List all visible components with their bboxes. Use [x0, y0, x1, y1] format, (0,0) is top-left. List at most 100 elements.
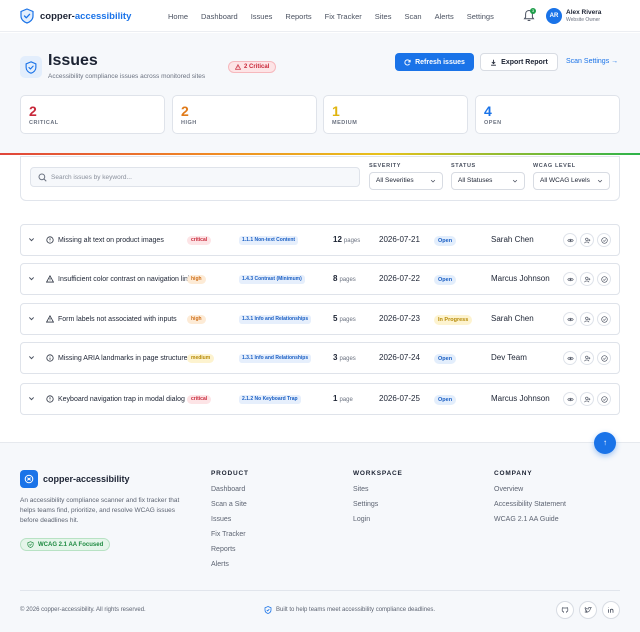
detected-date: 2026-07-22	[379, 274, 420, 283]
scroll-to-top-button[interactable]: ↑	[594, 432, 616, 454]
brand-logo-link[interactable]: copper-accessibility	[20, 8, 131, 24]
scan-settings-link[interactable]: Scan Settings →	[566, 58, 618, 65]
stat-card-medium: 1 MEDIUM	[323, 95, 468, 134]
stat-value: 2	[29, 103, 37, 119]
chevron-down-icon[interactable]	[28, 236, 35, 243]
table-row[interactable]: Keyboard navigation trap in modal dialog…	[20, 383, 620, 415]
assign-user-button[interactable]	[580, 233, 594, 247]
user-role: Website Owner	[566, 17, 601, 23]
footer-link-overview[interactable]: Overview	[494, 486, 523, 493]
affected-pages: 5 pages	[333, 314, 356, 323]
export-report-label: Export Report	[501, 58, 548, 66]
avatar[interactable]: AR	[546, 8, 562, 24]
chevron-down-icon[interactable]	[28, 354, 35, 361]
chevron-down-icon[interactable]	[28, 395, 35, 402]
footer-link-alerts[interactable]: Alerts	[211, 561, 229, 568]
affected-pages: 8 pages	[333, 274, 356, 283]
nav-alerts[interactable]: Alerts	[435, 12, 454, 21]
mark-resolved-button[interactable]	[597, 233, 611, 247]
footer-tagline: Built to help teams meet accessibility c…	[264, 606, 435, 614]
eye-icon	[566, 317, 574, 321]
view-issue-button[interactable]	[563, 312, 577, 326]
affected-pages: 3 pages	[333, 353, 356, 362]
stat-value: 1	[332, 103, 340, 119]
nav-sites[interactable]: Sites	[375, 12, 392, 21]
issue-title[interactable]: Missing alt text on product images	[58, 225, 198, 255]
chevron-down-icon[interactable]	[28, 275, 35, 282]
footer-link-accessibility-statement[interactable]: Accessibility Statement	[494, 501, 566, 508]
footer-brand-name: copper-accessibility	[43, 474, 130, 484]
view-issue-button[interactable]	[563, 392, 577, 406]
footer-link-reports[interactable]: Reports	[211, 546, 236, 553]
footer-link-login[interactable]: Login	[353, 516, 370, 523]
nav-reports[interactable]: Reports	[285, 12, 311, 21]
mark-resolved-button[interactable]	[597, 312, 611, 326]
view-issue-button[interactable]	[563, 272, 577, 286]
view-issue-button[interactable]	[563, 233, 577, 247]
warning-triangle-icon	[46, 315, 54, 323]
footer-link-dashboard[interactable]: Dashboard	[211, 486, 245, 493]
footer-link-wcag-guide[interactable]: WCAG 2.1 AA Guide	[494, 516, 559, 523]
affected-pages-unit: pages	[343, 238, 361, 244]
wcag-criterion-tag: 1.1.1 Non-text Content	[239, 236, 299, 245]
affected-pages-count: 1	[333, 394, 338, 403]
assign-user-button[interactable]	[580, 392, 594, 406]
wcag-level-select[interactable]: All WCAG Levels	[533, 172, 610, 190]
affected-pages-unit: pages	[339, 356, 356, 362]
table-row[interactable]: Missing ARIA landmarks in page structure…	[20, 342, 620, 374]
table-row[interactable]: Form labels not associated with inputs h…	[20, 303, 620, 335]
issue-title[interactable]: Insufficient color contrast on navigatio…	[58, 264, 198, 294]
check-shield-icon	[27, 541, 34, 548]
status-select[interactable]: All Statuses	[451, 172, 525, 190]
footer-link-sites[interactable]: Sites	[353, 486, 369, 493]
chevron-down-icon[interactable]	[28, 315, 35, 322]
issue-title[interactable]: Missing ARIA landmarks in page structure	[58, 343, 198, 373]
status-badge: Open	[434, 354, 457, 364]
stat-value: 4	[484, 103, 492, 119]
mark-resolved-button[interactable]	[597, 392, 611, 406]
search-input[interactable]	[51, 171, 351, 184]
nav-home[interactable]: Home	[168, 12, 188, 21]
refresh-icon	[404, 58, 411, 65]
detected-date: 2026-07-24	[379, 353, 420, 362]
brand-name: copper-accessibility	[40, 11, 131, 22]
footer-tagline-text: Built to help teams meet accessibility c…	[276, 607, 436, 613]
assign-user-button[interactable]	[580, 272, 594, 286]
status-badge: Open	[434, 395, 457, 405]
critical-count-label: 2 Critical	[244, 64, 270, 70]
stat-label: OPEN	[484, 120, 502, 126]
assign-user-button[interactable]	[580, 312, 594, 326]
nav-scan[interactable]: Scan	[404, 12, 421, 21]
refresh-issues-button[interactable]: Refresh issues	[395, 53, 474, 71]
nav-fix-tracker[interactable]: Fix Tracker	[325, 12, 362, 21]
mark-resolved-button[interactable]	[597, 272, 611, 286]
nav-dashboard[interactable]: Dashboard	[201, 12, 238, 21]
download-icon	[491, 59, 497, 66]
stat-card-open: 4 OPEN	[475, 95, 620, 134]
footer-link-fix-tracker[interactable]: Fix Tracker	[211, 531, 246, 538]
footer-link-settings[interactable]: Settings	[353, 501, 378, 508]
linkedin-link[interactable]	[602, 601, 620, 619]
assign-user-button[interactable]	[580, 351, 594, 365]
user-assign-icon	[583, 237, 590, 243]
mark-resolved-button[interactable]	[597, 351, 611, 365]
footer-link-scan-a-site[interactable]: Scan a Site	[211, 501, 247, 508]
nav-settings[interactable]: Settings	[467, 12, 494, 21]
twitter-link[interactable]	[579, 601, 597, 619]
site-footer	[0, 442, 640, 632]
table-row[interactable]: Insufficient color contrast on navigatio…	[20, 263, 620, 295]
issue-title[interactable]: Keyboard navigation trap in modal dialog	[58, 384, 198, 414]
severity-badge: critical	[187, 236, 212, 245]
user-assign-icon	[583, 355, 590, 361]
severity-select[interactable]: All Severities	[369, 172, 443, 190]
table-row[interactable]: Missing alt text on product images criti…	[20, 224, 620, 256]
shield-logo-icon	[20, 8, 34, 24]
issue-title[interactable]: Form labels not associated with inputs	[58, 304, 198, 334]
export-report-button[interactable]: Export Report	[480, 53, 558, 71]
twitter-icon	[584, 606, 592, 613]
nav-issues[interactable]: Issues	[251, 12, 273, 21]
view-issue-button[interactable]	[563, 351, 577, 365]
footer-link-issues[interactable]: Issues	[211, 516, 231, 523]
github-link[interactable]	[556, 601, 574, 619]
wcag-criterion-tag: 1.4.3 Contrast (Minimum)	[239, 275, 305, 284]
